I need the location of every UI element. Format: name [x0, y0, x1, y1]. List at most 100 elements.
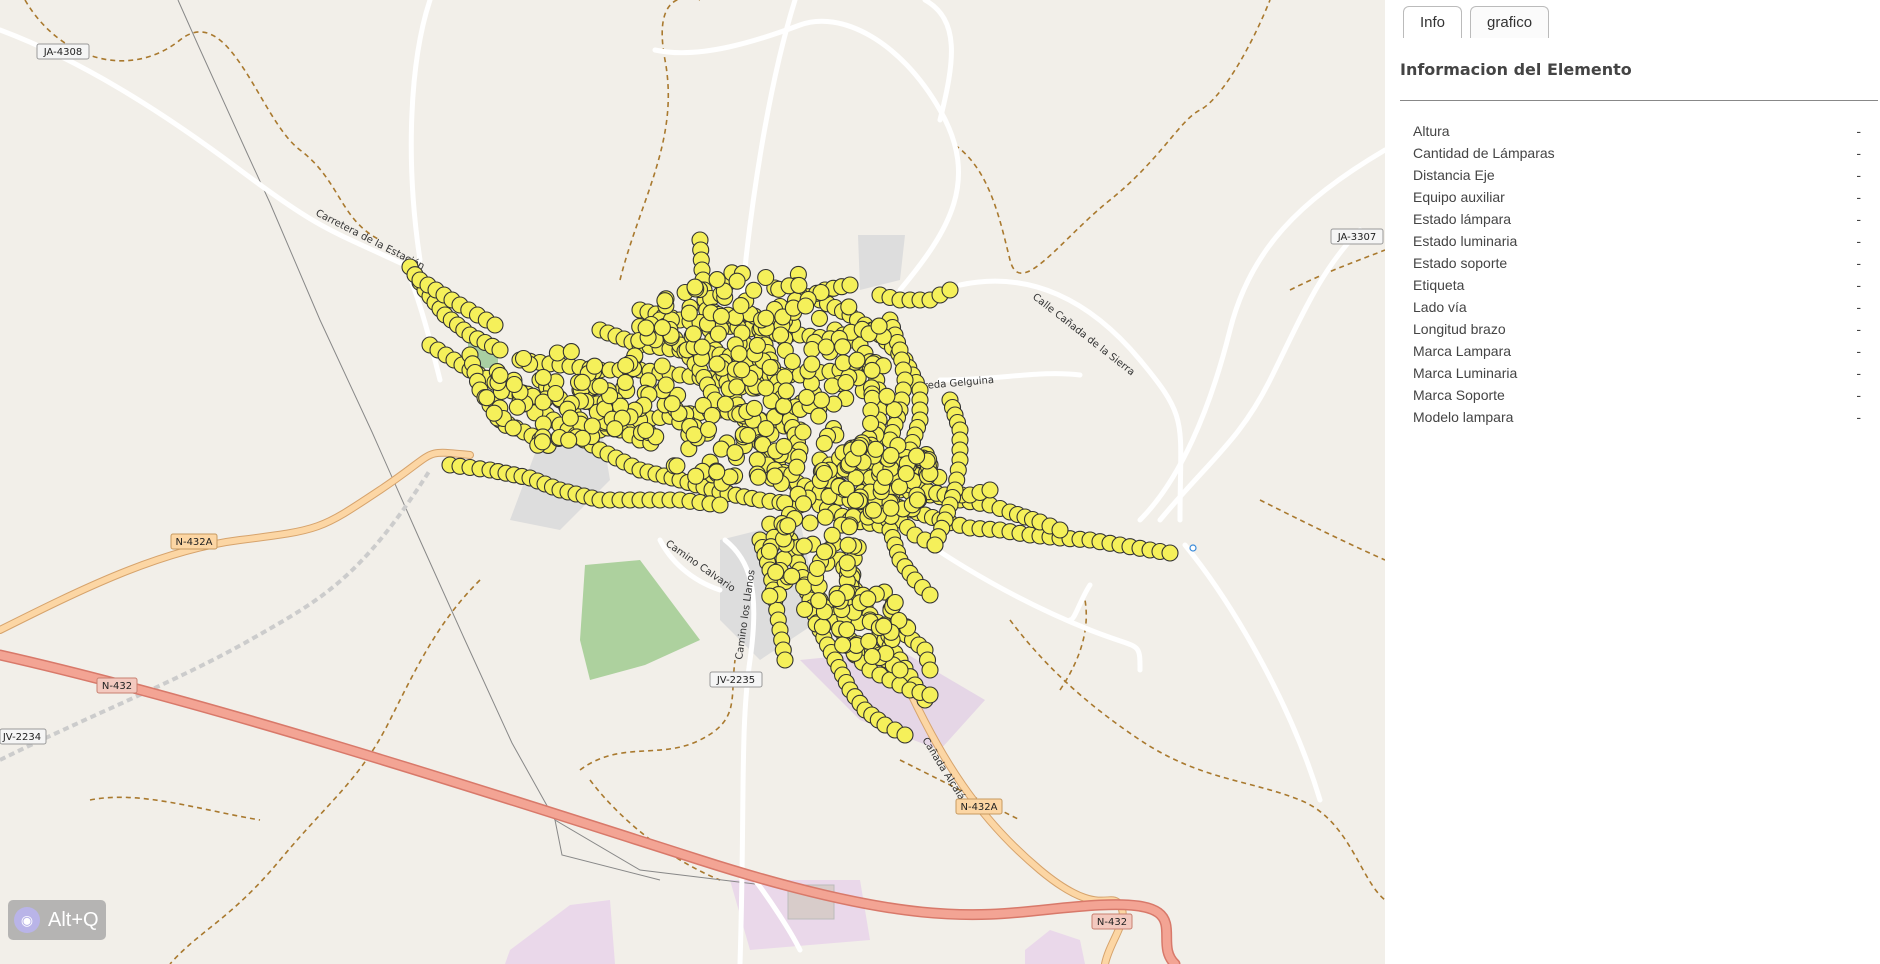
streetlight-marker[interactable]	[840, 298, 858, 316]
streetlight-marker[interactable]	[823, 526, 841, 544]
streetlight-marker[interactable]	[772, 326, 790, 344]
streetlight-marker[interactable]	[796, 600, 814, 618]
streetlight-marker[interactable]	[505, 375, 523, 394]
streetlight-marker[interactable]	[606, 420, 624, 438]
streetlight-marker[interactable]	[810, 592, 828, 610]
streetlight-marker[interactable]	[846, 491, 865, 509]
streetlight-marker[interactable]	[777, 382, 795, 400]
streetlight-marker[interactable]	[748, 336, 766, 354]
streetlight-markers[interactable]	[401, 231, 1179, 744]
streetlight-marker[interactable]	[508, 398, 526, 416]
streetlight-marker[interactable]	[794, 495, 813, 513]
streetlight-marker[interactable]	[776, 651, 794, 669]
streetlight-marker[interactable]	[514, 349, 533, 368]
streetlight-marker[interactable]	[730, 345, 748, 363]
streetlight-marker[interactable]	[783, 567, 801, 585]
map-canvas[interactable]: Carretera de la Estación Calle Cañada de…	[0, 0, 1385, 964]
streetlight-marker[interactable]	[716, 395, 734, 413]
streetlight-marker[interactable]	[817, 338, 835, 356]
streetlight-marker[interactable]	[617, 356, 635, 375]
streetlight-marker[interactable]	[616, 373, 634, 391]
streetlight-marker[interactable]	[663, 395, 681, 413]
streetlight-marker[interactable]	[749, 468, 767, 486]
streetlight-marker[interactable]	[693, 338, 711, 356]
streetlight-marker[interactable]	[839, 536, 857, 554]
streetlight-marker[interactable]	[921, 661, 939, 679]
streetlight-marker[interactable]	[882, 499, 900, 517]
streetlight-marker[interactable]	[870, 317, 888, 335]
streetlight-marker[interactable]	[733, 361, 751, 379]
streetlight-marker[interactable]	[547, 384, 565, 403]
streetlight-marker[interactable]	[656, 292, 674, 310]
streetlight-marker[interactable]	[941, 281, 959, 299]
streetlight-marker[interactable]	[867, 440, 885, 458]
streetlight-marker[interactable]	[761, 587, 779, 605]
streetlight-marker[interactable]	[573, 373, 591, 391]
streetlight-marker[interactable]	[848, 351, 866, 369]
streetlight-marker[interactable]	[834, 636, 852, 654]
streetlight-marker[interactable]	[908, 491, 927, 509]
streetlight-marker[interactable]	[882, 446, 900, 464]
streetlight-marker[interactable]	[863, 647, 881, 666]
streetlight-marker[interactable]	[485, 404, 503, 422]
streetlight-marker[interactable]	[896, 726, 914, 744]
streetlight-marker[interactable]	[840, 518, 858, 536]
tab-info[interactable]: Info	[1403, 6, 1463, 38]
streetlight-marker[interactable]	[708, 355, 726, 373]
streetlight-marker[interactable]	[812, 391, 830, 409]
streetlight-marker[interactable]	[491, 341, 509, 359]
streetlight-marker[interactable]	[878, 387, 896, 405]
streetlight-marker[interactable]	[591, 377, 609, 395]
streetlight-marker[interactable]	[841, 276, 859, 294]
streetlight-marker[interactable]	[838, 554, 856, 572]
streetlight-marker[interactable]	[897, 465, 915, 483]
streetlight-marker[interactable]	[908, 447, 926, 465]
streetlight-marker[interactable]	[816, 508, 834, 526]
streetlight-marker[interactable]	[748, 451, 766, 469]
streetlight-marker[interactable]	[766, 467, 784, 485]
streetlight-marker[interactable]	[850, 439, 868, 457]
streetlight-marker[interactable]	[1051, 521, 1069, 539]
streetlight-marker[interactable]	[794, 423, 812, 441]
streetlight-marker[interactable]	[803, 355, 821, 373]
streetlight-marker[interactable]	[757, 309, 775, 327]
streetlight-marker[interactable]	[709, 325, 727, 343]
streetlight-marker[interactable]	[864, 501, 883, 519]
streetlight-marker[interactable]	[860, 632, 878, 650]
streetlight-marker[interactable]	[815, 434, 833, 452]
streetlight-marker[interactable]	[798, 388, 816, 406]
streetlight-marker[interactable]	[491, 366, 509, 384]
streetlight-marker[interactable]	[863, 361, 881, 379]
streetlight-marker[interactable]	[726, 444, 744, 462]
streetlight-marker[interactable]	[981, 481, 999, 499]
streetlight-marker[interactable]	[708, 271, 726, 289]
streetlight-marker[interactable]	[757, 420, 775, 438]
streetlight-marker[interactable]	[803, 340, 821, 359]
streetlight-marker[interactable]	[486, 316, 504, 334]
tab-grafico[interactable]: grafico	[1470, 6, 1550, 38]
streetlight-marker[interactable]	[712, 307, 730, 325]
streetlight-marker[interactable]	[560, 431, 578, 449]
streetlight-marker[interactable]	[637, 319, 655, 337]
shortcut-hint[interactable]: ◉ Alt+Q	[8, 900, 106, 940]
streetlight-marker[interactable]	[815, 543, 834, 561]
streetlight-marker[interactable]	[828, 590, 846, 608]
streetlight-marker[interactable]	[680, 304, 698, 322]
streetlight-marker[interactable]	[775, 397, 793, 415]
streetlight-marker[interactable]	[797, 297, 815, 315]
streetlight-marker[interactable]	[668, 457, 686, 475]
streetlight-marker[interactable]	[653, 357, 671, 375]
streetlight-marker[interactable]	[685, 426, 703, 444]
streetlight-marker[interactable]	[838, 621, 856, 639]
streetlight-marker[interactable]	[478, 389, 496, 407]
streetlight-marker[interactable]	[699, 420, 718, 439]
streetlight-marker[interactable]	[761, 358, 779, 377]
streetlight-marker[interactable]	[653, 319, 671, 337]
streetlight-marker[interactable]	[732, 297, 750, 315]
streetlight-marker[interactable]	[875, 617, 893, 635]
streetlight-marker[interactable]	[504, 419, 522, 437]
streetlight-marker[interactable]	[795, 537, 813, 555]
streetlight-marker[interactable]	[745, 281, 763, 299]
streetlight-marker[interactable]	[739, 426, 757, 444]
streetlight-marker[interactable]	[926, 536, 944, 554]
